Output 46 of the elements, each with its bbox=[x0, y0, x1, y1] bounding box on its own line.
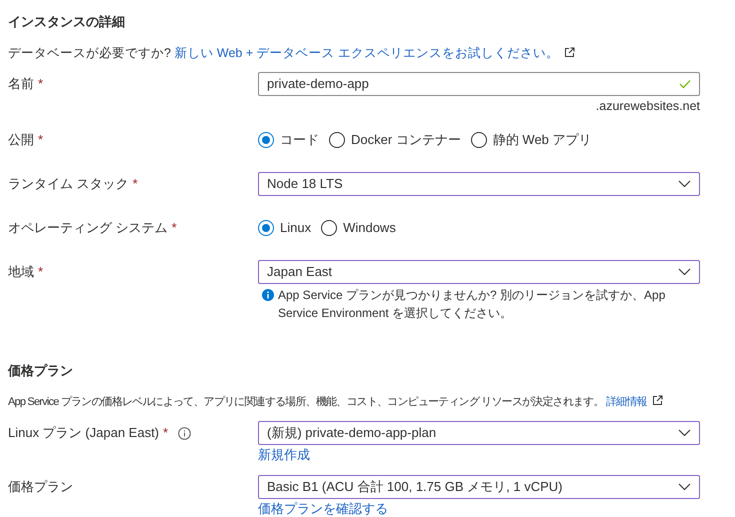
dropdown[interactable]: Node 18 LTS bbox=[258, 172, 700, 196]
info-message: App Service プランが見つかりませんか? 別のリージョンを試すか、App Service Environment を選択してください。 bbox=[278, 287, 666, 322]
radio-option[interactable]: Linux bbox=[258, 219, 312, 237]
radio-button[interactable] bbox=[321, 220, 338, 236]
radio-option[interactable]: Windows bbox=[321, 219, 396, 237]
field-label: 地域 bbox=[8, 263, 34, 281]
radio-option[interactable]: 静的 Web アプリ bbox=[470, 131, 592, 149]
required-mark: * bbox=[38, 131, 44, 149]
radio-button[interactable] bbox=[470, 132, 487, 148]
field-label: 公開 bbox=[8, 131, 34, 149]
required-mark: * bbox=[38, 263, 44, 281]
external-link-icon bbox=[564, 47, 576, 58]
name-input-field[interactable]: private-demo-app bbox=[258, 72, 700, 96]
intro-link[interactable]: 詳細情報 bbox=[606, 396, 647, 408]
intro-link[interactable]: 新しい Web + データベース エクスペリエンスをお試しください。 bbox=[174, 46, 560, 60]
required-mark: * bbox=[172, 219, 177, 237]
radio-button[interactable] bbox=[329, 132, 345, 148]
dropdown[interactable]: (新規) private-demo-app-plan bbox=[258, 421, 700, 445]
radio-option[interactable]: コード bbox=[258, 131, 319, 149]
field-label: Linux プラン (Japan East) bbox=[8, 424, 160, 442]
required-mark: * bbox=[163, 424, 168, 442]
section-title: インスタンスの詳細 bbox=[8, 13, 125, 31]
radio-button[interactable] bbox=[258, 220, 274, 236]
field-label: 名前 bbox=[8, 75, 34, 93]
field-label: 価格プラン bbox=[8, 478, 73, 496]
required-mark: * bbox=[132, 175, 138, 193]
chevron-down-icon bbox=[678, 268, 691, 276]
field-label: オペレーティング システム bbox=[8, 219, 168, 237]
domain-suffix: .azurewebsites.net bbox=[596, 98, 700, 115]
dropdown[interactable]: Basic B1 (ACU 合計 100, 1.75 GB メモリ, 1 vCPU) bbox=[258, 475, 700, 499]
section-title: 価格プラン bbox=[8, 362, 73, 380]
required-mark: * bbox=[38, 75, 44, 93]
info-icon[interactable] bbox=[178, 426, 192, 440]
chevron-down-icon bbox=[678, 429, 691, 437]
info-icon bbox=[262, 289, 274, 301]
field-link[interactable]: 価格プランを確認する bbox=[258, 501, 388, 516]
chevron-down-icon bbox=[678, 180, 691, 188]
radio-option[interactable]: Docker コンテナー bbox=[329, 131, 461, 149]
intro-text: データベースが必要ですか? 新しい Web + データベース エクスペリエンスをお試しください。 bbox=[8, 46, 560, 60]
field-label: ランタイム スタック bbox=[8, 175, 129, 193]
intro-text: App Service プランの価格レベルによって、アプリに関連する場所、機能、コスト、コンピューティング リソースが決定されます。 詳細情報 bbox=[8, 396, 647, 408]
external-link-icon bbox=[652, 395, 663, 406]
field-link[interactable]: 新規作成 bbox=[258, 447, 310, 462]
chevron-down-icon bbox=[678, 483, 691, 491]
dropdown[interactable]: Japan East bbox=[258, 260, 700, 284]
radio-button[interactable] bbox=[258, 132, 274, 148]
